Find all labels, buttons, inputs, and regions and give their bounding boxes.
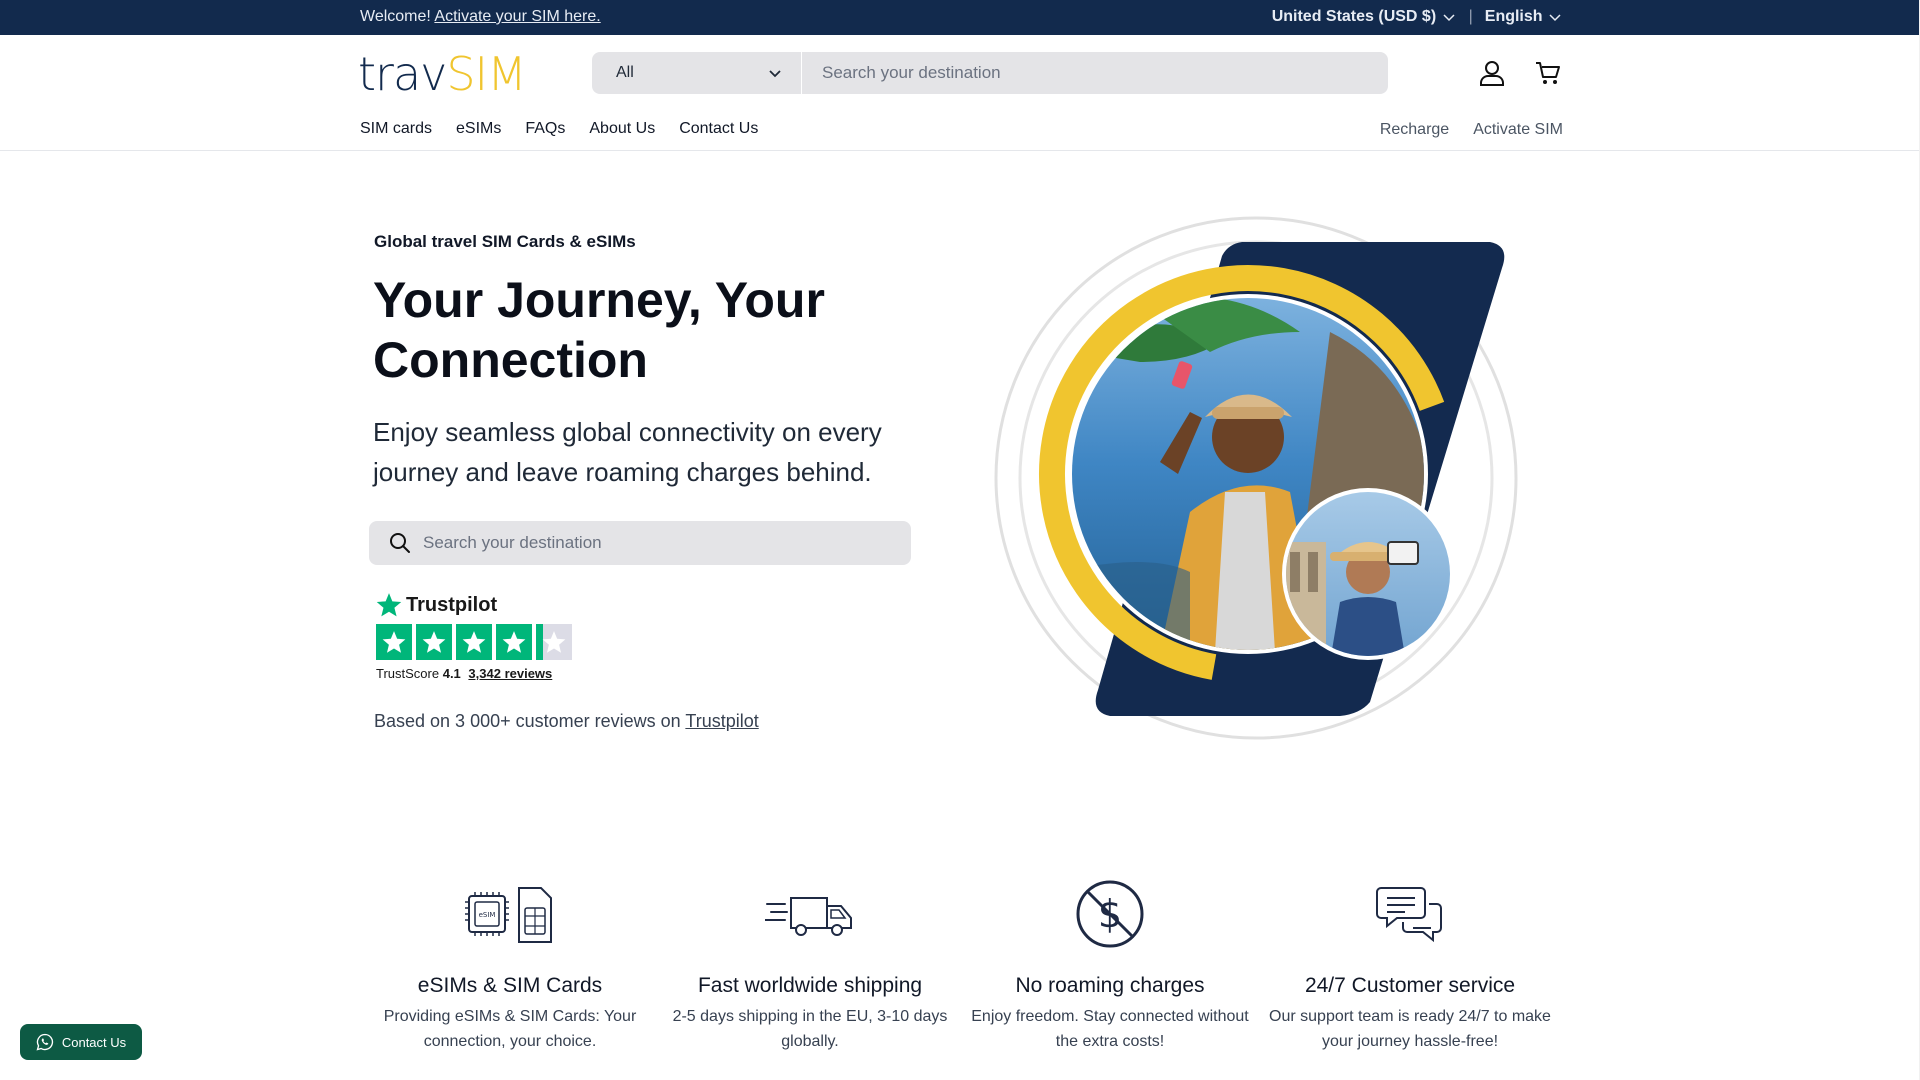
- search-category-label: All: [616, 64, 634, 81]
- feature-title: eSIMs & SIM Cards: [417, 974, 603, 997]
- user-icon: [1480, 61, 1504, 86]
- trustpilot-stars: [376, 624, 572, 660]
- trustpilot-label: Trustpilot: [406, 593, 498, 616]
- features-row: eSIM eSIMs & SIM Cards Providing eSIMs &…: [360, 876, 1560, 1054]
- feature-customer-service: 24/7 Customer service Our support team i…: [1260, 876, 1560, 1054]
- feature-desc: Providing eSIMs & SIM Cards: Your connec…: [383, 1008, 637, 1050]
- divider: |: [1468, 8, 1473, 25]
- hero-travel-illustration: [994, 216, 1518, 740]
- esim-simcard-icon: eSIM: [360, 876, 660, 952]
- secondary-nav: Recharge Activate SIM: [1380, 121, 1563, 139]
- reviews-note-text: Based on 3 000+ customer reviews on: [374, 711, 681, 731]
- trustpilot-reviews-link[interactable]: 3,342 reviews: [468, 666, 552, 681]
- announcement-bar: Welcome! Activate your SIM here. United …: [0, 0, 1920, 35]
- hero-eyebrow: Global travel SIM Cards & eSIMs: [374, 232, 636, 251]
- nav-sim-cards[interactable]: SIM cards: [360, 120, 432, 138]
- cart-icon: [1536, 62, 1560, 84]
- trustpilot-widget[interactable]: Trustpilot TrustScore 4.1 3,342 reviews: [376, 592, 572, 681]
- feature-fast-shipping: Fast worldwide shipping 2-5 days shippin…: [660, 876, 960, 1054]
- feature-desc: Our support team is ready 24/7 to make y…: [1269, 1008, 1551, 1050]
- trustscore: TrustScore 4.1 3,342 reviews: [376, 666, 572, 681]
- star-icon: [376, 624, 412, 660]
- nav-about-us[interactable]: About Us: [589, 120, 655, 138]
- feature-desc: 2-5 days shipping in the EU, 3-10 days g…: [672, 1008, 948, 1050]
- search-category-select[interactable]: All: [592, 52, 802, 94]
- feature-title: 24/7 Customer service: [1304, 974, 1516, 997]
- partial-star-icon: [536, 624, 572, 660]
- main-nav: SIM cards eSIMs FAQs About Us Contact Us: [360, 120, 758, 138]
- nav-esims[interactable]: eSIMs: [456, 120, 501, 138]
- nav-contact-us[interactable]: Contact Us: [679, 120, 758, 138]
- account-button[interactable]: [1474, 55, 1510, 91]
- logo-part-trav: trav: [358, 47, 447, 101]
- feature-esims-sim-cards: eSIM eSIMs & SIM Cards Providing eSIMs &…: [360, 876, 660, 1054]
- star-icon: [416, 624, 452, 660]
- chat-bubbles-icon: [1260, 876, 1560, 952]
- trustscore-value: 4.1: [442, 666, 461, 681]
- header-search: All: [592, 52, 1388, 94]
- language-selector[interactable]: English: [1485, 8, 1563, 26]
- header-search-input[interactable]: [802, 52, 1388, 94]
- trustpilot-link[interactable]: Trustpilot: [685, 711, 758, 731]
- feature-no-roaming: $ No roaming charges Enjoy freedom. Stay…: [960, 876, 1260, 1054]
- welcome-message: Welcome! Activate your SIM here.: [360, 8, 601, 26]
- chevron-down-icon: [769, 70, 781, 78]
- trustscore-label: TrustScore: [376, 666, 440, 681]
- nav-activate-sim[interactable]: Activate SIM: [1473, 121, 1563, 139]
- chevron-down-icon: [1443, 14, 1455, 21]
- site-header: travSIM All SIM cards eSIMs FAQs About U…: [0, 35, 1920, 151]
- language-label: English: [1484, 8, 1543, 25]
- star-icon: [456, 624, 492, 660]
- no-dollar-icon: $: [960, 876, 1260, 952]
- delivery-truck-icon: [660, 876, 960, 952]
- chevron-down-icon: [1549, 14, 1561, 21]
- travsim-logo[interactable]: travSIM: [358, 47, 527, 101]
- hero-search-input[interactable]: [411, 521, 911, 565]
- nav-recharge[interactable]: Recharge: [1380, 121, 1449, 139]
- hero-subtitle: Enjoy seamless global connectivity on ev…: [373, 417, 882, 487]
- reviews-note: Based on 3 000+ customer reviews on Trus…: [374, 711, 759, 732]
- search-icon: [390, 533, 410, 553]
- star-icon: [496, 624, 532, 660]
- feature-title: Fast worldwide shipping: [697, 974, 923, 997]
- activate-sim-link[interactable]: Activate your SIM here.: [434, 8, 600, 25]
- cart-button[interactable]: [1530, 55, 1566, 91]
- welcome-text: Welcome!: [360, 8, 431, 25]
- trustpilot-star-icon: [376, 593, 402, 617]
- hero-search: [369, 521, 911, 565]
- locale-selectors: United States (USD $) | English: [1272, 8, 1563, 26]
- whatsapp-contact-label: Contact Us: [61, 1034, 127, 1050]
- whatsapp-icon: [36, 1033, 53, 1051]
- feature-title: No roaming charges: [1015, 974, 1205, 997]
- feature-desc: Enjoy freedom. Stay connected without th…: [971, 1008, 1249, 1050]
- nav-faqs[interactable]: FAQs: [525, 120, 565, 138]
- hero-title: Your Journey, Your Connection: [373, 272, 825, 388]
- currency-label: United States (USD $): [1271, 8, 1437, 25]
- whatsapp-contact-button[interactable]: Contact Us: [20, 1024, 142, 1060]
- svg-text:eSIM: eSIM: [479, 911, 496, 919]
- logo-part-sim: SIM: [446, 47, 526, 101]
- trustpilot-brand: Trustpilot: [376, 592, 572, 618]
- currency-selector[interactable]: United States (USD $): [1272, 8, 1457, 26]
